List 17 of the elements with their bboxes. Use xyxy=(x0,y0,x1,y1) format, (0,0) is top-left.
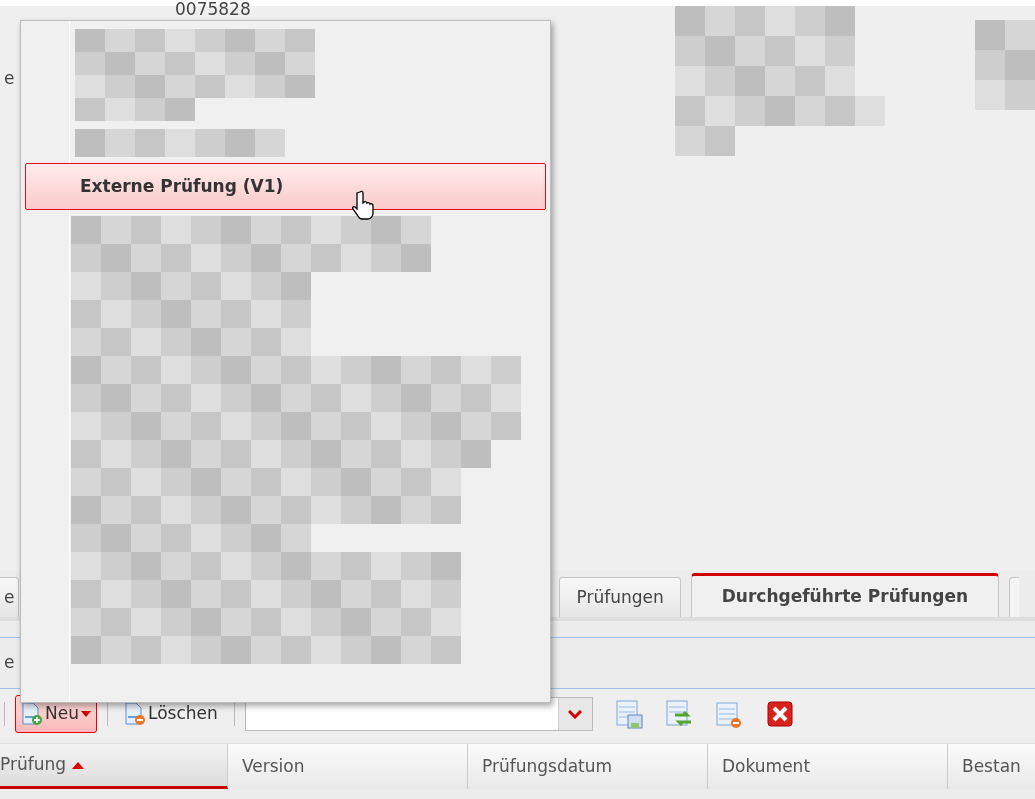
tab[interactable] xyxy=(1009,577,1020,617)
close-icon[interactable] xyxy=(764,699,795,729)
tab[interactable]: Prüfungen xyxy=(559,577,681,617)
record-number: 0075828 xyxy=(175,0,251,19)
sort-ascending-icon xyxy=(72,761,85,769)
save-table-icon[interactable] xyxy=(614,699,645,729)
tab[interactable]: e xyxy=(0,577,20,617)
column-header[interactable]: Dokument xyxy=(708,744,948,789)
tab[interactable]: Durchgeführte Prüfungen xyxy=(690,573,1000,617)
field-label: e xyxy=(4,67,15,90)
column-header[interactable]: Version xyxy=(228,744,468,789)
chevron-down-icon xyxy=(568,709,583,719)
menu-item[interactable]: Externe Prüfung (V1) xyxy=(25,163,546,210)
field-label: e xyxy=(4,651,15,675)
column-header[interactable]: Prüfungsdatum xyxy=(468,744,708,789)
column-header[interactable]: Prüfung xyxy=(0,744,228,789)
column-header[interactable]: Bestan xyxy=(948,744,1035,789)
